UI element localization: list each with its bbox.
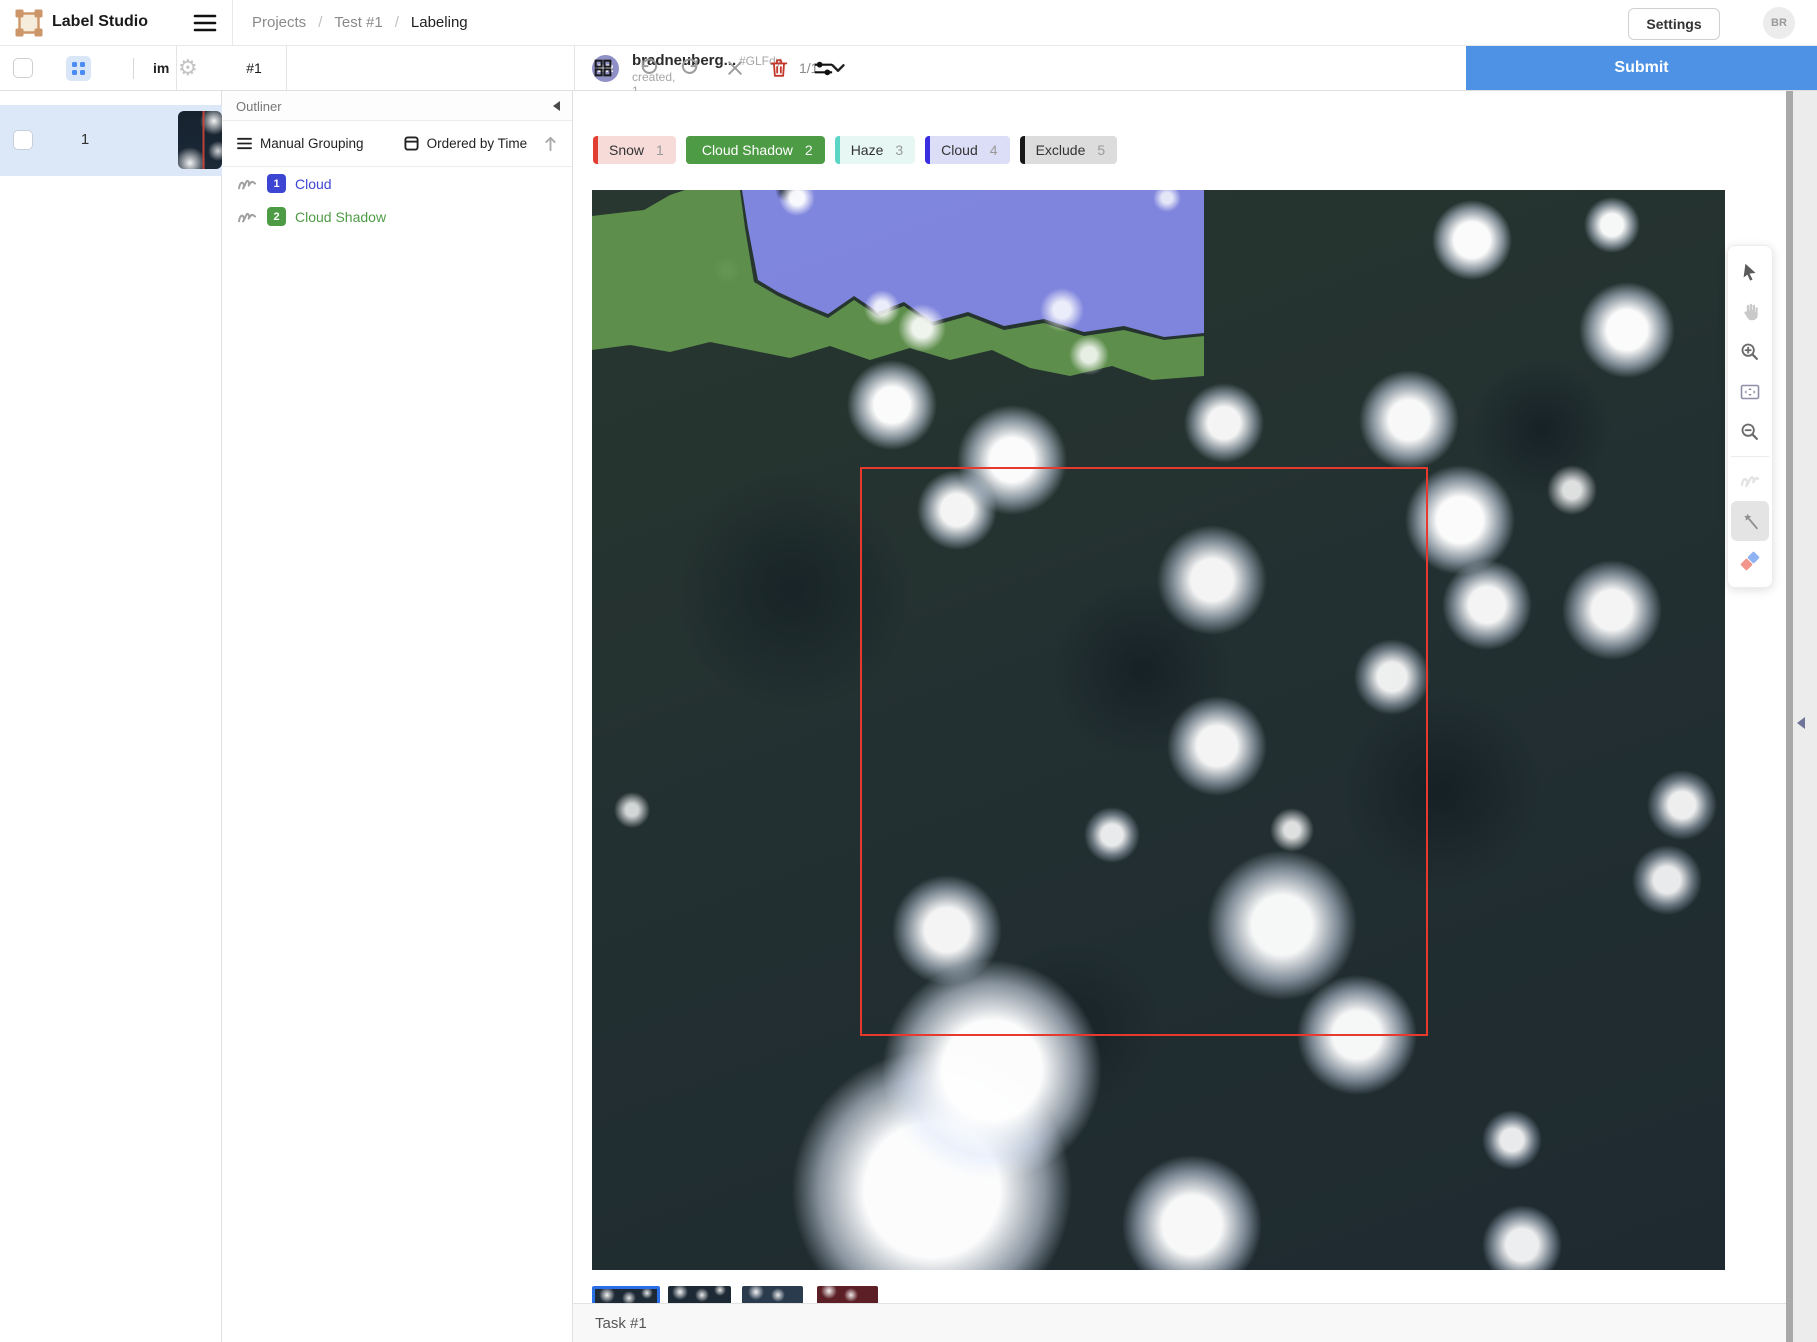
gear-icon[interactable]: ⚙ xyxy=(178,54,198,82)
task-toolbar-row: im ⚙ #1 BR bradneuberg... #GLFdy created… xyxy=(0,46,1817,91)
grouping-dropdown[interactable]: Manual Grouping xyxy=(237,136,364,151)
select-all-checkbox[interactable] xyxy=(13,58,33,78)
outliner-panel: Outliner Manual Grouping Ordered by Time… xyxy=(222,91,573,1342)
vertical-scrollbar[interactable] xyxy=(1786,91,1793,1342)
label-name: Cloud Shadow xyxy=(702,142,793,158)
submit-button[interactable]: Submit xyxy=(1466,46,1817,90)
channel-thumbnails xyxy=(592,1286,878,1303)
task-row[interactable]: 1 xyxy=(0,105,222,176)
task-number: 1 xyxy=(0,131,170,148)
label-chip-cloud[interactable]: Cloud 4 xyxy=(925,136,1009,164)
tool-magic-wand[interactable] xyxy=(1731,501,1769,541)
task-list-panel: 1 xyxy=(0,91,222,1342)
user-avatar[interactable]: BR xyxy=(1763,7,1795,39)
region-index-badge: 2 xyxy=(267,207,286,226)
column-header-image: im xyxy=(153,60,175,76)
grid-view-icon xyxy=(72,62,85,75)
label-accent-bar xyxy=(593,136,598,164)
annotation-toolbar xyxy=(590,46,836,90)
label-hotkey: 3 xyxy=(895,142,903,158)
settings-button[interactable]: Settings xyxy=(1628,8,1720,40)
region-label: Cloud Shadow xyxy=(295,209,386,225)
breadcrumb: Projects / Test #1 / Labeling xyxy=(252,14,468,31)
brush-region-icon xyxy=(237,176,258,192)
sort-direction-icon[interactable] xyxy=(543,135,558,152)
grouping-label: Manual Grouping xyxy=(260,136,364,151)
divider xyxy=(176,46,177,90)
breadcrumb-separator: / xyxy=(318,14,322,31)
breadcrumb-page: Labeling xyxy=(411,14,468,31)
task-footer-label: Task #1 xyxy=(595,1315,647,1332)
tool-zoom-in[interactable] xyxy=(1731,332,1769,372)
collapse-left-icon[interactable] xyxy=(553,101,560,111)
collapse-right-panel-icon[interactable] xyxy=(1797,717,1805,729)
label-name: Cloud xyxy=(941,142,978,158)
label-studio-logo-icon[interactable] xyxy=(15,9,43,37)
selection-rectangle[interactable] xyxy=(860,467,1428,1036)
settings-sliders-icon[interactable] xyxy=(810,55,836,81)
tool-cursor[interactable] xyxy=(1731,252,1769,292)
label-name: Haze xyxy=(851,142,884,158)
annotation-workspace: Snow 1 Cloud Shadow 2 Haze 3 Cloud 4 Exclude… xyxy=(573,91,1817,1342)
region-index-badge: 1 xyxy=(267,174,286,193)
label-name: Snow xyxy=(609,142,644,158)
tool-fit-screen[interactable] xyxy=(1731,372,1769,412)
group-icon xyxy=(237,137,252,150)
label-accent-bar xyxy=(835,136,840,164)
label-chip-cloud-shadow[interactable]: Cloud Shadow 2 xyxy=(686,136,825,164)
label-chips: Snow 1 Cloud Shadow 2 Haze 3 Cloud 4 Exclude… xyxy=(593,136,1117,164)
redo-icon[interactable] xyxy=(678,55,704,81)
region-row-cloud[interactable]: 1 Cloud xyxy=(222,167,572,200)
task-thumbnail xyxy=(178,111,222,169)
label-accent-bar xyxy=(925,136,930,164)
label-chip-snow[interactable]: Snow 1 xyxy=(593,136,676,164)
breadcrumb-project[interactable]: Test #1 xyxy=(334,14,382,31)
label-studio-app: Label Studio Projects / Test #1 / Labeli… xyxy=(0,0,1817,1342)
outliner-title: Outliner xyxy=(236,99,282,114)
tool-eraser[interactable] xyxy=(1731,541,1769,581)
label-chip-haze[interactable]: Haze 3 xyxy=(835,136,915,164)
label-hotkey: 4 xyxy=(990,142,998,158)
region-label: Cloud xyxy=(295,176,332,192)
label-hotkey: 2 xyxy=(805,142,813,158)
outliner-controls: Manual Grouping Ordered by Time xyxy=(222,121,572,167)
canvas-tools-panel xyxy=(1727,245,1773,588)
breadcrumb-projects[interactable]: Projects xyxy=(252,14,306,31)
label-accent-bar xyxy=(686,136,691,164)
tool-pan[interactable] xyxy=(1731,292,1769,332)
tool-zoom-out[interactable] xyxy=(1731,412,1769,452)
label-chip-exclude[interactable]: Exclude 5 xyxy=(1020,136,1118,164)
label-accent-bar xyxy=(1020,136,1025,164)
order-icon xyxy=(404,136,419,151)
annotator-block[interactable]: BR bradneuberg... #GLFdy created, 1 minu… xyxy=(287,46,575,90)
menu-hamburger-icon[interactable] xyxy=(193,13,217,33)
app-header: Label Studio Projects / Test #1 / Labeli… xyxy=(0,0,1817,46)
tab-annotation-1[interactable]: #1 xyxy=(222,46,287,90)
divider xyxy=(133,58,134,79)
label-hotkey: 1 xyxy=(656,142,664,158)
delete-icon[interactable] xyxy=(766,55,792,81)
view-all-icon[interactable] xyxy=(590,55,616,81)
tools-divider xyxy=(1731,456,1769,457)
tool-brush[interactable] xyxy=(1731,461,1769,501)
label-name: Exclude xyxy=(1036,142,1086,158)
undo-icon[interactable] xyxy=(634,55,660,81)
app-title: Label Studio xyxy=(52,13,148,31)
region-row-cloud-shadow[interactable]: 2 Cloud Shadow xyxy=(222,200,572,233)
reset-icon[interactable] xyxy=(722,55,748,81)
satellite-image-canvas[interactable] xyxy=(592,190,1725,1270)
ordering-label: Ordered by Time xyxy=(427,136,528,151)
ordering-dropdown[interactable]: Ordered by Time xyxy=(404,136,528,151)
grid-view-toggle[interactable] xyxy=(66,56,91,81)
brush-region-icon xyxy=(237,209,258,225)
header-divider xyxy=(232,0,233,45)
outliner-header: Outliner xyxy=(222,91,572,121)
task-footer-bar: Task #1 xyxy=(573,1303,1817,1342)
breadcrumb-separator: / xyxy=(395,14,399,31)
label-hotkey: 5 xyxy=(1097,142,1105,158)
